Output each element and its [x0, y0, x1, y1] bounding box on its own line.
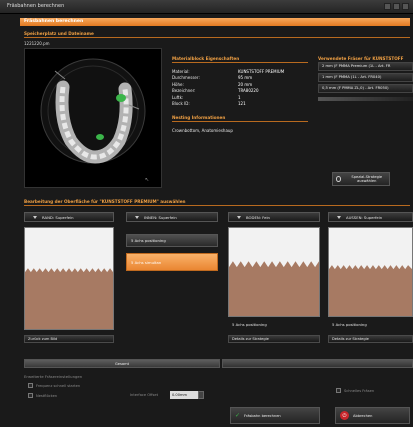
nesting-value: Crownbottom, Anatomieshaup	[172, 128, 233, 134]
window-title: Fräsbahnen berechnen	[7, 3, 65, 9]
filename: 1221220.pm	[24, 41, 50, 46]
nesting-checkbox[interactable]	[28, 393, 33, 398]
innen-dropdown[interactable]: INNEN: Superfein	[126, 212, 218, 222]
boden-details-button[interactable]: Details zur Strategie	[228, 335, 320, 343]
storage-divider	[24, 31, 410, 38]
nesting-heading: Nesting Informationen	[172, 115, 308, 123]
tool-item[interactable]: 0,5 mm (F PMMA ZL,0) - Art. FR050)	[318, 84, 413, 93]
boden-strategy-label: 5 Achs positioning	[232, 322, 267, 327]
window-controls	[384, 3, 409, 10]
tool-divider	[318, 97, 413, 101]
close-window-button[interactable]	[402, 3, 409, 10]
option-fast-mill[interactable]: Schnelles Fräsen	[336, 388, 374, 393]
rand-profile-graphic	[25, 228, 113, 329]
rand-preview	[24, 227, 114, 330]
interface-offset-input[interactable]: 0.00mm	[170, 391, 198, 399]
frequency-checkbox[interactable]	[28, 383, 33, 388]
maximize-button[interactable]	[393, 3, 400, 10]
window-titlebar: Fräsbahnen berechnen	[0, 0, 413, 14]
boden-dropdown[interactable]: BODEN: Fein	[228, 212, 320, 222]
tool-item[interactable]: 1 mm (F PMMA (1L - Art. FR040)	[318, 73, 413, 82]
tool-item[interactable]: 2 mm (F PMMA Premium (1L - Art. FR	[318, 62, 413, 71]
special-strategy-button[interactable]: Spezial-Strategie auswählen	[332, 172, 390, 186]
aussen-details-button[interactable]: Details zur Strategie	[328, 335, 413, 343]
aussen-profile-graphic	[329, 228, 412, 316]
section-title: Fräsbahnen berechnen	[20, 18, 410, 26]
chevron-down-icon	[237, 215, 241, 219]
option-nesting[interactable]: Nestflöcken	[28, 393, 57, 398]
tools-heading: Verwendete Fräser für KUNSTSTOFF	[318, 56, 404, 61]
boden-preview	[228, 227, 320, 317]
chevron-down-icon	[135, 215, 139, 219]
dental-arch-image: ↖	[40, 58, 149, 183]
material-heading: Materialblock Eigenschaften	[172, 56, 308, 63]
scan-preview[interactable]: ↖	[24, 48, 162, 188]
aussen-dropdown[interactable]: AUSSEN: Superfein	[328, 212, 413, 222]
option-frequency[interactable]: Frequenz schnell starten	[28, 383, 80, 388]
rand-dropdown[interactable]: RAND: Superfein	[24, 212, 114, 222]
aussen-strategy-label: 5 Achs positioning	[332, 322, 367, 327]
tool-list: 2 mm (F PMMA Premium (1L - Art. FR 1 mm …	[318, 62, 413, 95]
option-5axis-simultan[interactable]: 5 Achs simultan	[126, 253, 218, 271]
material-row: Block ID: 121	[172, 101, 246, 107]
interface-offset-label: Interface Offset	[130, 393, 159, 397]
svg-text:↖: ↖	[145, 177, 149, 183]
back-to-image-button[interactable]: Zurück zum Bild	[24, 335, 114, 343]
concept-button[interactable]: Gesamt	[24, 359, 220, 368]
fast-mill-checkbox[interactable]	[336, 388, 341, 393]
concept-bar-right	[222, 359, 413, 368]
settings-icon	[336, 176, 342, 182]
aussen-preview	[328, 227, 413, 317]
calculate-toolpath-button[interactable]: ✓ Fräsbahn berechnen	[230, 407, 320, 424]
option-5axis-positioning[interactable]: 5 Achs positioning	[126, 234, 218, 247]
checkmark-icon: ✓	[235, 412, 241, 419]
innen-spacer	[126, 224, 218, 232]
advanced-options-heading: Erweiterte Fräsereinstellungen	[24, 374, 83, 379]
interface-offset-stepper[interactable]	[198, 391, 204, 399]
cancel-button[interactable]: ⏻ Abbrechen	[335, 407, 410, 424]
chevron-down-icon	[33, 215, 37, 219]
chevron-down-icon	[337, 215, 341, 219]
cancel-icon: ⏻	[340, 411, 349, 420]
material-panel: Materialblock Eigenschaften Material: KUN…	[172, 56, 308, 133]
surface-divider	[24, 199, 410, 206]
minimize-button[interactable]	[384, 3, 391, 10]
boden-profile-graphic	[229, 228, 319, 316]
material-table: Material: KUNSTSTOFF PREMIUM Durchmesser:…	[172, 69, 308, 107]
